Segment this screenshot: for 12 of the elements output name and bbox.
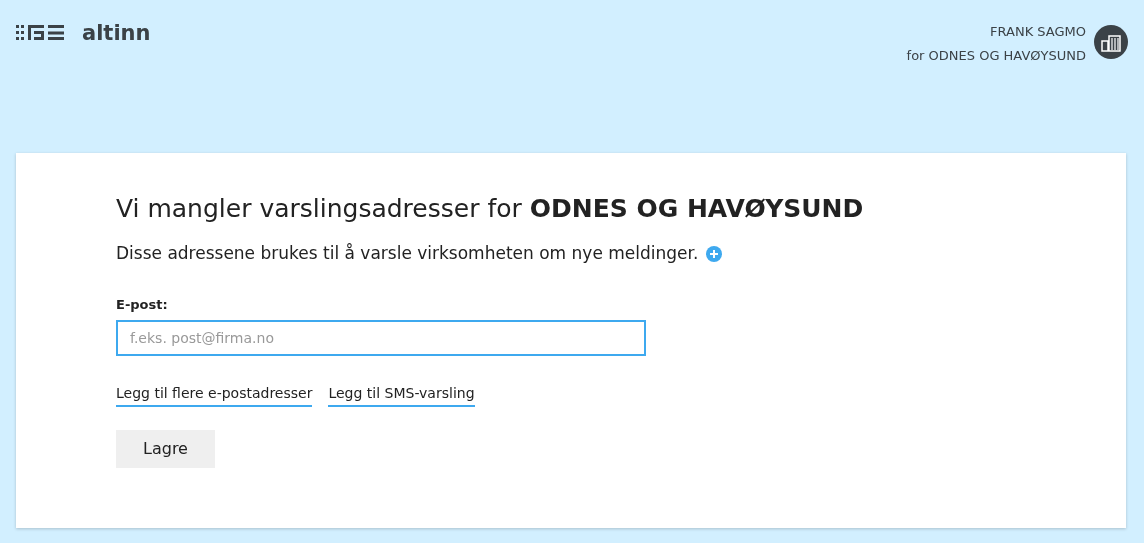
organization-name: for ODNES OG HAVØYSUND — [906, 47, 1086, 65]
email-field[interactable]: f.eks. post@firma.no — [116, 320, 646, 356]
user-name: FRANK SAGMO — [990, 23, 1086, 41]
description-text: Disse adressene brukes til å varsle virksomheten om nye meldinger. — [116, 242, 699, 265]
email-label: E-post: — [116, 295, 169, 314]
building-icon[interactable] — [1094, 25, 1128, 59]
add-icon[interactable] — [706, 245, 723, 262]
page-title: Vi mangler varslingsadresser for ODNES OG HAVØYSUND — [116, 193, 865, 225]
link[interactable]: Legg til SMS-varsling — [328, 383, 475, 407]
link[interactable]: Legg til flere e-postadresser — [116, 383, 313, 407]
save-button[interactable]: Lagre — [116, 430, 215, 468]
logo-text: altinn — [82, 20, 151, 46]
